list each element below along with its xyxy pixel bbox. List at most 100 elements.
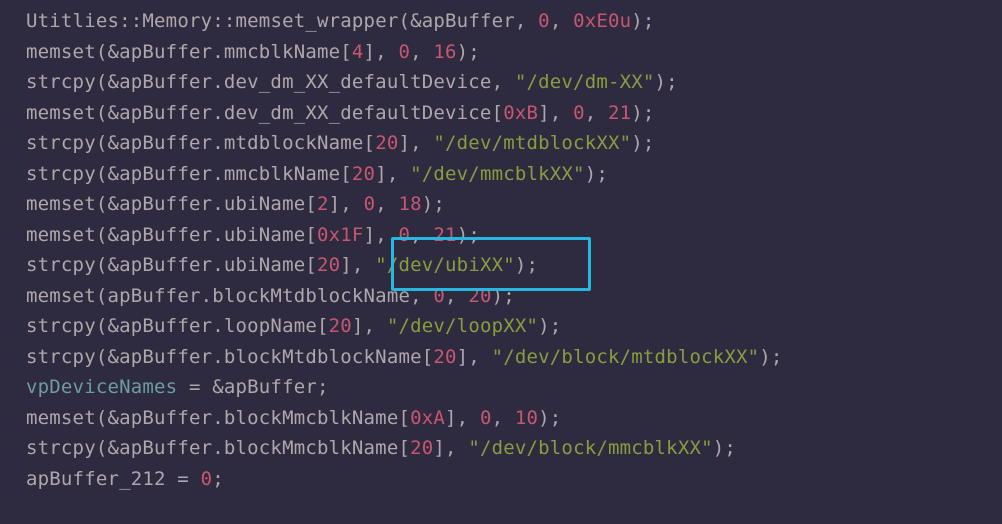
code-token[interactable]: "/dev/ubiXX" — [375, 254, 515, 276]
code-token[interactable]: 0 — [480, 407, 492, 429]
code-line[interactable]: memset(&apBuffer.ubiName[0x1F], 0, 21); — [26, 220, 1002, 251]
code-token[interactable]: ); — [585, 163, 608, 185]
code-line[interactable]: apBuffer_212 = 0; — [26, 464, 1002, 495]
code-token[interactable]: 16 — [433, 41, 456, 63]
code-token[interactable]: 0xB — [503, 102, 538, 124]
code-token[interactable]: Utitlies — [26, 10, 119, 32]
code-token[interactable]: 0x1F — [317, 224, 364, 246]
code-token[interactable]: ( — [96, 102, 108, 124]
code-line[interactable]: strcpy(&apBuffer.mtdblockName[20], "/dev… — [26, 128, 1002, 159]
code-token[interactable]: , — [375, 193, 398, 215]
code-token[interactable]: & — [410, 10, 422, 32]
code-token[interactable]: ); — [631, 102, 654, 124]
code-line[interactable]: vpDeviceNames = &apBuffer; — [26, 372, 1002, 403]
code-token[interactable]: ], — [352, 315, 387, 337]
code-token[interactable]: apBuffer.blockMmcblkName[ — [119, 437, 410, 459]
code-token[interactable]: ( — [96, 285, 108, 307]
code-token[interactable]: apBuffer; — [224, 376, 329, 398]
code-token[interactable]: ); — [457, 224, 480, 246]
code-token[interactable]: 4 — [352, 41, 364, 63]
code-token[interactable]: ( — [96, 224, 108, 246]
code-token[interactable]: ); — [759, 346, 782, 368]
code-token[interactable]: , — [492, 407, 515, 429]
code-token[interactable]: ( — [96, 71, 108, 93]
code-token[interactable]: ( — [96, 193, 108, 215]
code-token[interactable]: & — [107, 346, 119, 368]
code-token[interactable]: apBuffer.ubiName[ — [119, 193, 317, 215]
code-token[interactable]: strcpy — [26, 71, 96, 93]
code-token[interactable]: ], — [538, 102, 573, 124]
code-token[interactable]: apBuffer.blockMmcblkName[ — [119, 407, 410, 429]
code-token[interactable]: apBuffer.loopName[ — [119, 315, 329, 337]
code-token[interactable]: ; — [212, 468, 224, 490]
code-token[interactable]: 20 — [317, 254, 340, 276]
code-token[interactable]: 0 — [398, 224, 410, 246]
code-token[interactable]: ); — [655, 71, 678, 93]
code-line[interactable]: strcpy(&apBuffer.blockMmcblkName[20], "/… — [26, 433, 1002, 464]
code-token[interactable]: & — [107, 163, 119, 185]
code-token[interactable]: 20 — [352, 163, 375, 185]
code-token[interactable]: apBuffer.dev_dm_XX_defaultDevice, — [119, 71, 515, 93]
code-token[interactable]: & — [107, 224, 119, 246]
code-token[interactable]: & — [107, 71, 119, 93]
code-line[interactable]: memset(&apBuffer.dev_dm_XX_defaultDevice… — [26, 98, 1002, 129]
code-token[interactable]: & — [107, 193, 119, 215]
code-token[interactable]: apBuffer.mmcblkName[ — [119, 163, 352, 185]
code-token[interactable]: 18 — [398, 193, 421, 215]
code-token[interactable]: 0 — [398, 41, 410, 63]
code-token[interactable]: & — [107, 132, 119, 154]
code-token[interactable]: ], — [433, 437, 468, 459]
code-token[interactable]: 20 — [329, 315, 352, 337]
code-token[interactable]: ); — [492, 285, 515, 307]
code-token[interactable]: & — [107, 102, 119, 124]
disassembly-code-block[interactable]: Utitlies::Memory::memset_wrapper(&apBuff… — [0, 0, 1002, 494]
code-token[interactable]: strcpy — [26, 437, 96, 459]
code-token[interactable]: ); — [422, 193, 445, 215]
code-token[interactable]: memset — [26, 193, 96, 215]
code-token[interactable]: "/dev/dm-XX" — [515, 71, 655, 93]
code-token[interactable]: memset — [26, 285, 96, 307]
code-token[interactable]: 21 — [608, 102, 631, 124]
code-token[interactable]: ( — [398, 10, 410, 32]
code-token[interactable]: 2 — [317, 193, 329, 215]
code-token[interactable]: Memory — [142, 10, 212, 32]
code-token[interactable]: ); — [538, 407, 561, 429]
code-token[interactable]: apBuffer — [422, 10, 515, 32]
code-token[interactable]: apBuffer.blockMtdblockName, — [107, 285, 433, 307]
code-token[interactable]: 20 — [433, 346, 456, 368]
code-token[interactable]: "/dev/mmcblkXX" — [410, 163, 585, 185]
code-token[interactable]: apBuffer.blockMtdblockName[ — [119, 346, 433, 368]
code-line[interactable]: strcpy(&apBuffer.ubiName[20], "/dev/ubiX… — [26, 250, 1002, 281]
code-line[interactable]: memset(&apBuffer.mmcblkName[4], 0, 16); — [26, 37, 1002, 68]
code-token[interactable]: , — [585, 102, 608, 124]
code-token[interactable]: apBuffer.mmcblkName[ — [119, 41, 352, 63]
code-token[interactable]: , — [515, 10, 538, 32]
code-token[interactable]: 0xE0u — [573, 10, 631, 32]
code-token[interactable]: apBuffer_212 — [26, 468, 166, 490]
code-token[interactable]: ], — [375, 163, 410, 185]
code-token[interactable]: = — [177, 376, 212, 398]
code-token[interactable]: ); — [631, 10, 654, 32]
code-token[interactable]: & — [107, 437, 119, 459]
code-token[interactable]: strcpy — [26, 132, 96, 154]
code-line[interactable]: strcpy(&apBuffer.mmcblkName[20], "/dev/m… — [26, 159, 1002, 190]
code-token[interactable]: memset — [26, 407, 96, 429]
code-token[interactable]: , — [550, 10, 573, 32]
code-token[interactable]: ); — [631, 132, 654, 154]
code-token[interactable]: "/dev/block/mmcblkXX" — [468, 437, 712, 459]
code-token[interactable]: 0 — [201, 468, 213, 490]
code-token[interactable]: 0 — [538, 10, 550, 32]
code-token[interactable]: ( — [96, 132, 108, 154]
code-token[interactable]: ], — [364, 41, 399, 63]
code-token[interactable]: 10 — [515, 407, 538, 429]
code-token[interactable]: "/dev/mtdblockXX" — [433, 132, 631, 154]
code-token[interactable]: ); — [457, 41, 480, 63]
code-token[interactable]: & — [107, 254, 119, 276]
code-token[interactable]: ); — [713, 437, 736, 459]
code-token[interactable]: & — [107, 407, 119, 429]
code-line[interactable]: memset(&apBuffer.blockMmcblkName[0xA], 0… — [26, 403, 1002, 434]
code-token[interactable]: strcpy — [26, 163, 96, 185]
code-token[interactable]: & — [107, 41, 119, 63]
code-token[interactable]: = — [166, 468, 201, 490]
code-token[interactable]: "/dev/loopXX" — [387, 315, 538, 337]
